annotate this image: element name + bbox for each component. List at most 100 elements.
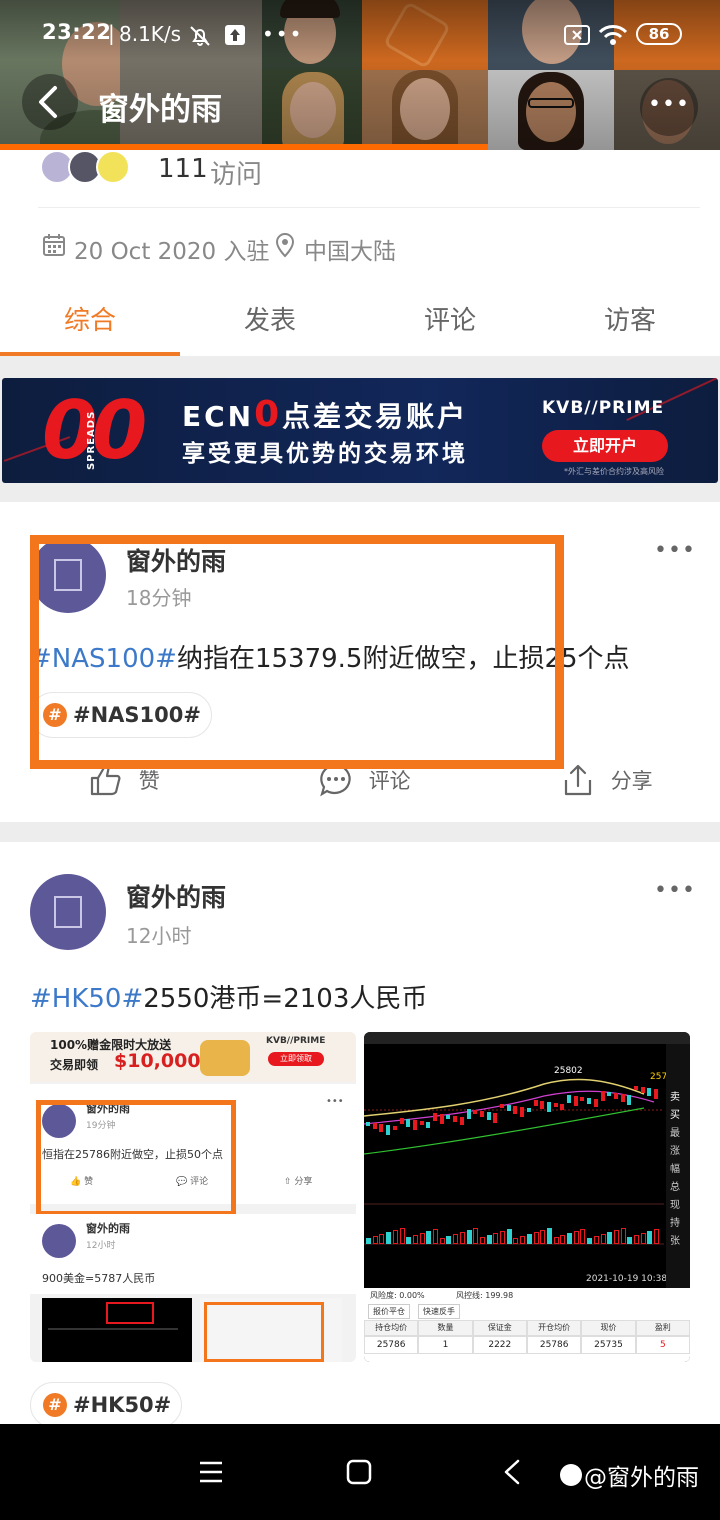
- side-label: 现: [670, 1200, 680, 1211]
- comment-label: 评论: [368, 769, 411, 793]
- visitor-avatars[interactable]: [40, 150, 140, 188]
- candle: [580, 1097, 585, 1102]
- ad-brand-logo: KVB//PRIME: [542, 398, 665, 418]
- candle: [479, 1110, 484, 1117]
- volume-bar: [379, 1234, 385, 1244]
- volume-bar: [533, 1232, 539, 1244]
- candle: [459, 1117, 464, 1126]
- volume-bar: [466, 1230, 472, 1244]
- candle: [634, 1086, 638, 1090]
- table-cell: 1: [418, 1336, 473, 1354]
- post-author[interactable]: 窗外的雨: [126, 878, 226, 914]
- table-cell: 25786: [364, 1336, 419, 1354]
- promo-amount: $10,000: [114, 1050, 201, 1072]
- inner-text: 900美金=5787人民币: [42, 1272, 156, 1285]
- post-image-chart[interactable]: 25802 25786 2021-10-19 10:38 卖买最涨幅总现持张 风…: [364, 1032, 690, 1362]
- tab-comments[interactable]: 评论: [360, 300, 540, 337]
- chart-timestamp: 2021-10-19 10:38: [586, 1274, 668, 1284]
- post-card[interactable]: 窗外的雨 12小时 ••• #HK50#2550港币=2103人民币 100%赠…: [0, 842, 720, 1428]
- menu-icon[interactable]: [198, 1460, 224, 1484]
- location-label: 中国大陆: [304, 239, 396, 265]
- candle: [600, 1090, 605, 1101]
- image-placeholder-icon: [54, 896, 82, 928]
- post-image-screenshot[interactable]: 100%赠金限时大放送 交易即领 $10,000 KVB//PRIME 立即领取…: [30, 1032, 356, 1362]
- tab-overview[interactable]: 综合: [0, 300, 180, 337]
- inner-author: 窗外的雨: [86, 1222, 130, 1235]
- ad-open-account-button[interactable]: 立即开户: [542, 430, 668, 462]
- volume-bar: [473, 1228, 479, 1244]
- volume-bar: [607, 1232, 613, 1244]
- back-button[interactable]: [22, 74, 78, 130]
- inner-share-label: 分享: [294, 1177, 313, 1187]
- promo-line2: 交易即领: [50, 1058, 99, 1072]
- nav-back-icon[interactable]: [500, 1458, 524, 1486]
- profile-card: 111 访问 20 Oct 2020 入驻 中国大陆 综合 发表 评论 访客: [0, 150, 720, 356]
- candle: [386, 1125, 391, 1136]
- candle: [433, 1113, 437, 1121]
- mute-bell-icon: [190, 26, 210, 46]
- volume-bar: [479, 1237, 485, 1244]
- close-box-icon: [564, 25, 590, 45]
- inner-share: ⇧ 分享: [284, 1177, 313, 1187]
- join-date: 20 Oct 2020 入驻: [74, 239, 270, 265]
- ad-risk-note: *外汇与差价合约涉及高风险: [564, 467, 664, 476]
- stop-label: 风控线: 199.98: [456, 1291, 514, 1300]
- more-dots-icon: •••: [262, 22, 304, 46]
- candle: [439, 1114, 444, 1125]
- side-label: 幅: [670, 1164, 680, 1175]
- topic-chip[interactable]: # #HK50#: [30, 1382, 183, 1428]
- side-label: 买: [670, 1110, 680, 1121]
- candle: [486, 1111, 491, 1120]
- wifi-icon: [598, 25, 628, 45]
- candle: [546, 1101, 551, 1112]
- home-square-icon[interactable]: [346, 1459, 372, 1485]
- post-more-icon[interactable]: •••: [654, 878, 696, 903]
- post-body: 2550港币=2103人民币: [143, 984, 428, 1014]
- table-header-cell: 现价: [581, 1320, 636, 1336]
- table-header-cell: 数量: [418, 1320, 473, 1336]
- visitor-avatar: [96, 150, 130, 184]
- post-time: 12小时: [126, 924, 192, 948]
- ad-headline-suffix: 点差交易账户: [282, 400, 469, 433]
- watermark-label: @窗外的雨: [560, 1458, 699, 1492]
- volume-bar: [560, 1235, 566, 1244]
- active-tab-indicator: [0, 352, 180, 356]
- volume-bar: [386, 1232, 392, 1244]
- ad-banner[interactable]: 00 SPREADS ECN0点差交易账户 享受更具优势的交易环境 KVB//P…: [2, 378, 718, 483]
- location-pin-icon: [275, 232, 295, 258]
- ad-headline-zero: 0: [254, 394, 283, 435]
- volume-bar: [406, 1237, 412, 1244]
- visits-label: 访问: [210, 160, 263, 190]
- volume-bar: [593, 1236, 599, 1244]
- hashtag-link[interactable]: #HK50#: [30, 984, 143, 1014]
- volume-bar: [506, 1229, 512, 1244]
- more-options-button[interactable]: •••: [640, 78, 698, 136]
- page-title: 窗外的雨: [98, 92, 222, 128]
- tab-posts[interactable]: 发表: [180, 300, 360, 337]
- visits-count: 111: [158, 154, 208, 184]
- volume-bar: [439, 1238, 445, 1244]
- tab-visitors[interactable]: 访客: [540, 300, 720, 337]
- battery-icon: 86: [636, 23, 682, 45]
- volume-bar: [500, 1231, 505, 1244]
- share-label: 分享: [610, 769, 653, 793]
- volume-bar: [540, 1230, 546, 1244]
- candle: [533, 1099, 538, 1106]
- avatar[interactable]: [30, 874, 106, 950]
- candle: [493, 1112, 498, 1123]
- candle: [412, 1119, 417, 1130]
- volume-bar: [412, 1235, 418, 1244]
- ad-subline: 享受更具优势的交易环境: [182, 441, 468, 467]
- like-label: 赞: [138, 769, 160, 793]
- candle: [506, 1105, 511, 1112]
- volume-bar: [546, 1228, 552, 1244]
- volume-bar: [426, 1231, 432, 1244]
- post-more-icon[interactable]: •••: [654, 538, 696, 563]
- hashtag-icon: #: [43, 1393, 67, 1417]
- inner-image-quote: [42, 1298, 192, 1362]
- share-button[interactable]: 分享: [560, 762, 653, 798]
- candle: [379, 1124, 384, 1133]
- candle: [406, 1118, 411, 1127]
- volume-bar: [620, 1228, 626, 1244]
- candle: [613, 1092, 618, 1099]
